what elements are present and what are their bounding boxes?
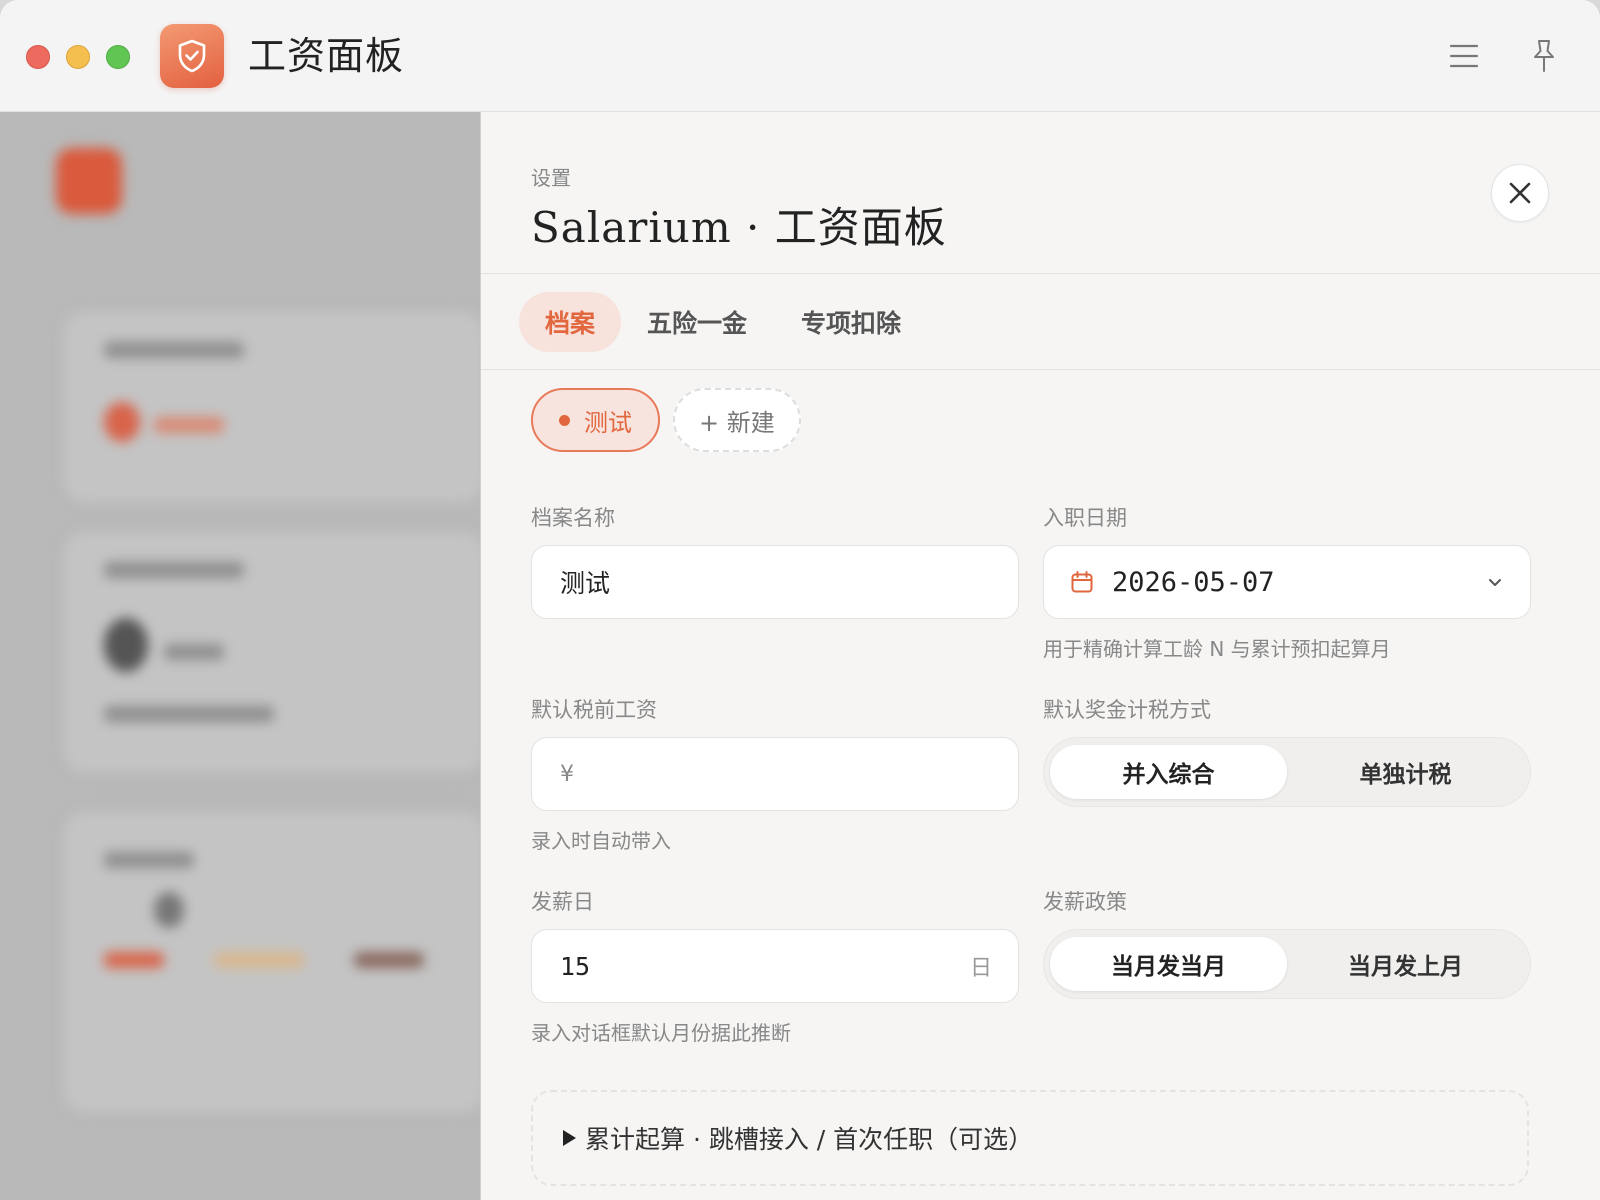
- currency-prefix: ¥: [560, 761, 574, 787]
- payday-input[interactable]: 15 日: [531, 929, 1019, 1003]
- hire-date-picker[interactable]: 2026-05-07: [1043, 545, 1531, 619]
- profile-chip-active[interactable]: 测试: [531, 388, 660, 452]
- pay-policy-label: 发薪政策: [1043, 890, 1127, 914]
- salary-hint: 录入时自动带入: [531, 829, 671, 853]
- settings-eyebrow: 设置: [531, 166, 571, 190]
- salary-label: 默认税前工资: [531, 698, 657, 722]
- settings-tabs: 档案 五险一金 专项扣除: [481, 274, 1600, 370]
- pin-icon[interactable]: [1524, 36, 1564, 76]
- app-logo: [160, 24, 224, 88]
- tab-social-insurance[interactable]: 五险一金: [621, 292, 773, 352]
- hire-date-label: 入职日期: [1043, 506, 1127, 530]
- settings-title: Salarium · 工资面板: [531, 203, 947, 252]
- window-title: 工资面板: [248, 34, 405, 78]
- profile-chip-label: 测试: [584, 408, 632, 437]
- pay-policy-option-previous[interactable]: 当月发上月: [1287, 937, 1524, 991]
- disclosure-triangle-icon: [563, 1130, 576, 1146]
- calendar-icon: [1071, 571, 1093, 593]
- bonus-tax-option-combined[interactable]: 并入综合: [1050, 745, 1287, 799]
- tab-special-deductions[interactable]: 专项扣除: [775, 292, 927, 352]
- payday-label: 发薪日: [531, 890, 594, 914]
- hire-date-value: 2026-05-07: [1112, 566, 1275, 598]
- close-settings-button[interactable]: [1491, 164, 1549, 222]
- tab-profile[interactable]: 档案: [519, 292, 622, 352]
- cumulative-start-collapsible[interactable]: 累计起算 · 跳槽接入 / 首次任职（可选）: [531, 1090, 1529, 1186]
- close-window-button[interactable]: [26, 45, 50, 69]
- settings-panel: 设置 Salarium · 工资面板 档案 五险一金 专项扣除 测试 + 新建 …: [480, 112, 1600, 1200]
- payday-hint: 录入对话框默认月份据此推断: [531, 1021, 791, 1045]
- profile-name-value: 测试: [560, 569, 611, 598]
- minimize-window-button[interactable]: [66, 45, 90, 69]
- payday-suffix: 日: [969, 956, 992, 981]
- payday-value: 15: [560, 951, 591, 981]
- collapsible-label: 累计起算 · 跳槽接入 / 首次任职（可选）: [585, 1125, 1034, 1154]
- salary-input[interactable]: ¥: [531, 737, 1019, 811]
- profile-name-label: 档案名称: [531, 506, 615, 530]
- background-content: [0, 112, 480, 1200]
- bonus-tax-option-separate[interactable]: 单独计税: [1287, 745, 1524, 799]
- pay-policy-option-current[interactable]: 当月发当月: [1050, 937, 1287, 991]
- hire-date-hint: 用于精确计算工龄 N 与累计预扣起算月: [1043, 637, 1391, 661]
- close-icon: [1509, 182, 1531, 204]
- pay-policy-toggle: 当月发当月 当月发上月: [1043, 929, 1531, 999]
- chevron-down-icon: [1489, 579, 1501, 586]
- bonus-tax-toggle: 并入综合 单独计税: [1043, 737, 1531, 807]
- bonus-tax-label: 默认奖金计税方式: [1043, 698, 1211, 722]
- shield-icon: [178, 39, 206, 73]
- title-bar: 工资面板: [0, 0, 1600, 112]
- profile-name-input[interactable]: 测试: [531, 545, 1019, 619]
- zoom-window-button[interactable]: [106, 45, 130, 69]
- new-profile-button[interactable]: + 新建: [673, 388, 801, 452]
- settings-header: 设置 Salarium · 工资面板: [481, 112, 1600, 274]
- menu-icon[interactable]: [1444, 36, 1484, 76]
- active-dot-icon: [559, 414, 570, 426]
